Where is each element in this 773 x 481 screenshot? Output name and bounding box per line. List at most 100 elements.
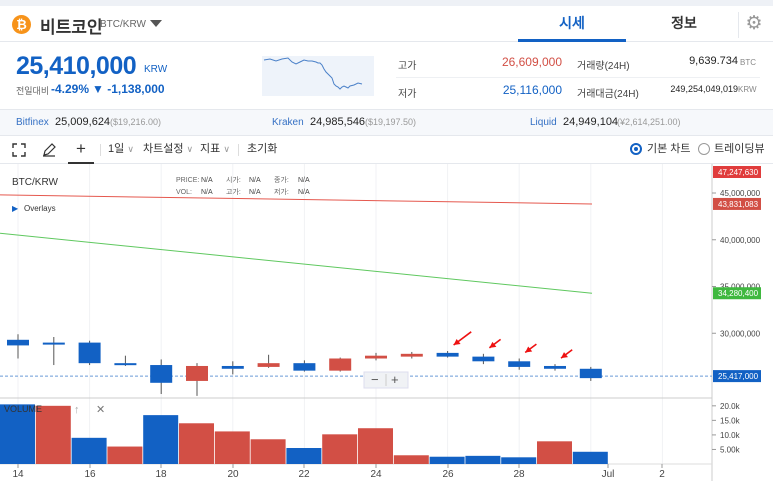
coin-pair: BTC/KRW xyxy=(100,19,146,30)
indicators-label: 지표 xyxy=(200,143,221,155)
exchange-name[interactable]: Bitfinex xyxy=(16,117,49,128)
volume-bar xyxy=(501,457,537,464)
coin-dropdown-caret-icon[interactable] xyxy=(150,20,162,27)
price-summary: 25,410,000 KRW 전일대비 -4.29% ▼ -1,138,000 … xyxy=(0,42,773,110)
time-tick-label: 18 xyxy=(155,469,167,480)
overlays-caret-icon[interactable]: ▶ xyxy=(12,204,19,213)
tradingview-label[interactable]: 트레이딩뷰 xyxy=(714,136,765,164)
volume-tick-label: 20.0k xyxy=(720,402,741,411)
volume-bar xyxy=(250,439,286,464)
candle-body xyxy=(329,358,352,371)
crosshair-icon[interactable]: + xyxy=(68,136,94,164)
pencil-icon[interactable] xyxy=(42,136,58,164)
chart-symbol: BTC/KRW xyxy=(12,177,58,188)
divider xyxy=(100,144,101,156)
volume-bar xyxy=(35,405,71,464)
interval-label: 1일 xyxy=(108,143,125,155)
volume-bar xyxy=(322,434,358,464)
annotation-arrows xyxy=(453,331,573,359)
volume-tick-label: 15.0k xyxy=(720,416,741,425)
time-tick-label: 2 xyxy=(659,469,665,480)
volume-bar xyxy=(358,428,393,464)
zoom-in-button[interactable]: + xyxy=(391,372,399,387)
exchange-prices: Bitfinex 25,009,624 ($19,216.00) Kraken … xyxy=(0,110,773,136)
candle-body xyxy=(508,361,531,367)
legend-price-label: PRICE: xyxy=(176,177,199,184)
legend-open-value: N/A xyxy=(249,177,261,184)
legend-vol-value: N/A xyxy=(201,189,213,196)
tradingview-radio[interactable] xyxy=(698,143,710,155)
high-label: 고가 xyxy=(398,61,417,72)
move-up-icon[interactable]: ↑ xyxy=(74,404,80,416)
zoom-out-button[interactable]: − xyxy=(371,372,379,387)
overlays-toggle[interactable]: Overlays xyxy=(24,204,56,213)
volume-unit: BTC xyxy=(740,58,756,67)
legend-open-label: 시가: xyxy=(226,175,241,184)
ma-red-line xyxy=(0,194,593,205)
ma-green-line xyxy=(0,232,593,294)
close-icon[interactable]: ✕ xyxy=(96,404,105,416)
legend-low-label: 저가: xyxy=(274,187,289,196)
candle-body xyxy=(400,353,423,357)
basic-chart-radio[interactable] xyxy=(630,143,642,155)
candle-body xyxy=(257,363,280,367)
exchange-name[interactable]: Liquid xyxy=(530,117,557,128)
volume-bar xyxy=(572,451,608,464)
chart-settings-label: 차트설정 xyxy=(143,143,184,155)
change-percent: -4.29% xyxy=(51,82,90,96)
candle-body xyxy=(7,339,29,346)
exchange-usd: ($19,216.00) xyxy=(110,117,162,127)
chart-settings-menu[interactable]: 차트설정 ∨ xyxy=(143,136,193,164)
exchange-usd: (¥2,614,251.00) xyxy=(617,117,681,127)
volume-bar xyxy=(429,456,465,464)
bitcoin-logo-icon: ₿ xyxy=(12,15,31,34)
legend-high-label: 고가: xyxy=(226,187,241,196)
coin-name[interactable]: 비트코인 xyxy=(40,13,103,38)
volume-pane-label: VOLUME xyxy=(4,404,42,414)
high-value: 26,609,000 xyxy=(501,55,562,69)
price-currency: KRW xyxy=(144,64,168,75)
chevron-down-icon: ∨ xyxy=(186,144,194,154)
exchange-price: 24,949,104 xyxy=(563,116,619,128)
candle-body xyxy=(221,365,244,369)
time-tick-label: 26 xyxy=(442,469,454,480)
tab-price[interactable]: 시세 xyxy=(518,6,626,42)
divider xyxy=(238,144,239,156)
amount-label: 거래대금(24H) xyxy=(577,89,639,100)
volume-bar xyxy=(286,448,322,464)
basic-chart-label[interactable]: 기본 차트 xyxy=(647,136,691,164)
candle-body xyxy=(472,356,495,362)
time-tick-label: 24 xyxy=(370,469,382,480)
volume-label: 거래량(24H) xyxy=(577,61,630,72)
fullscreen-icon[interactable] xyxy=(12,136,28,164)
gear-icon[interactable]: ⚙ xyxy=(742,12,766,36)
legend-low-value: N/A xyxy=(298,189,310,196)
volume-tick-label: 5.00k xyxy=(720,445,741,454)
legend-high-value: N/A xyxy=(249,189,261,196)
indicators-menu[interactable]: 지표 ∨ xyxy=(200,136,230,164)
candlestick-chart[interactable]: 45,000,00040,000,00035,000,00030,000,000… xyxy=(0,164,773,481)
interval-select[interactable]: 1일 ∨ xyxy=(108,136,134,164)
volume-value: 9,639.734 xyxy=(689,55,738,67)
divider xyxy=(738,12,739,38)
volume-bar xyxy=(214,431,250,464)
volume-tick-label: 10.0k xyxy=(720,431,741,440)
volume-bar xyxy=(179,423,214,464)
exchange-price: 25,009,624 xyxy=(55,116,111,128)
amount-value: 249,254,049,019 xyxy=(670,84,738,94)
volume-bar xyxy=(393,455,429,464)
candle-body xyxy=(293,363,316,371)
candle-body xyxy=(365,355,387,359)
tab-info[interactable]: 정보 xyxy=(630,6,738,42)
exchange-name[interactable]: Kraken xyxy=(272,117,304,128)
reset-button[interactable]: 초기화 xyxy=(247,136,277,164)
candle-body xyxy=(544,365,566,369)
candle-body xyxy=(42,342,65,345)
price-tag-label: 47,247,630 xyxy=(718,168,759,177)
chart-grid xyxy=(0,164,713,481)
candle-body xyxy=(186,365,208,381)
volume-bar xyxy=(71,437,107,464)
time-tick-label: 20 xyxy=(227,469,239,480)
legend-vol-label: VOL: xyxy=(176,189,192,196)
time-tick-label: Jul xyxy=(602,469,615,480)
